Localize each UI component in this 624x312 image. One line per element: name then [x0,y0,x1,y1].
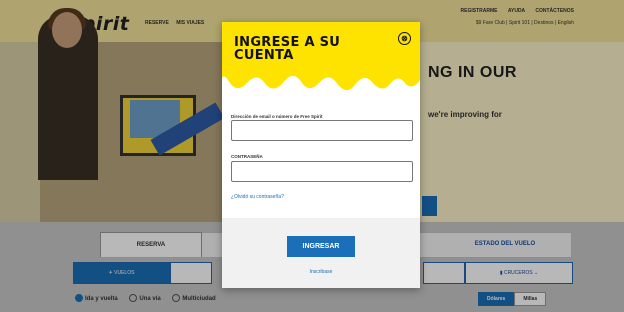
password-field[interactable] [231,161,413,182]
page: spirit RESERVE MIS VIAJES REGISTRARME AY… [0,0,624,312]
email-field[interactable] [231,120,413,141]
close-icon[interactable]: ⊗ [398,32,411,45]
forgot-password-link[interactable]: ¿Olvidó su contraseña? [231,194,284,200]
email-label: Dirección de email o número de Free Spir… [231,114,323,119]
modal-title: INGRESE A SU CUENTA [234,35,341,63]
login-modal: INGRESE A SU CUENTA ⊗ Dirección de email… [222,22,420,288]
login-button[interactable]: INGRESAR [287,236,355,257]
password-label: CONTRASEÑA [231,154,263,159]
signup-link[interactable]: Inscribase [222,269,420,275]
